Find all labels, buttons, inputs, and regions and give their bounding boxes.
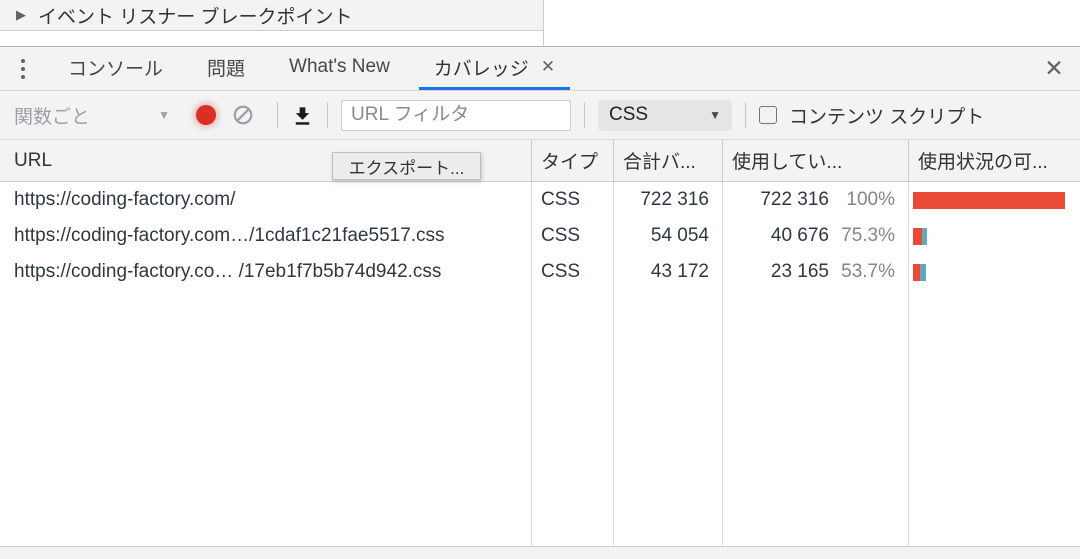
devtools-window: ▶ イベント リスナー ブレークポイント コンソール 問題 What's New… [0, 0, 1080, 559]
row-url: https://coding-factory.co… /17eb1f7b5b74… [0, 261, 532, 283]
row-unused-bytes: 23 165 [771, 261, 829, 283]
row-url: https://coding-factory.com/ [0, 189, 532, 211]
coverage-toolbar: 関数ごと ▼ CSS ▼ [0, 91, 1080, 140]
unused-bar-segment [913, 264, 920, 281]
table-row[interactable]: https://coding-factory.com/ CSS 722 316 … [0, 182, 1080, 218]
used-bar-segment [922, 228, 927, 245]
used-bar-segment [920, 264, 926, 281]
collapse-arrow-icon: ▶ [16, 7, 26, 23]
event-listener-breakpoints-section[interactable]: ▶ イベント リスナー ブレークポイント [0, 0, 543, 31]
tab-issues[interactable]: 問題 [192, 47, 260, 90]
row-unused-percent: 53.7% [829, 261, 895, 283]
row-total-bytes: 43 172 [614, 261, 723, 283]
unused-bar-segment [913, 192, 1065, 209]
row-type: CSS [532, 189, 614, 211]
chevron-down-icon: ▼ [709, 108, 721, 122]
tab-console[interactable]: コンソール [53, 47, 178, 90]
type-filter-select[interactable]: CSS ▼ [598, 100, 732, 131]
tab-label: What's New [289, 56, 390, 78]
row-type: CSS [532, 225, 614, 247]
coverage-table-header: URL タイプ 合計バ... 使用してい... 使用状況の可... [0, 140, 1080, 182]
table-row[interactable]: https://coding-factory.co… /17eb1f7b5b74… [0, 254, 1080, 290]
row-total-bytes: 54 054 [614, 225, 723, 247]
table-body: https://coding-factory.com/ CSS 722 316 … [0, 182, 1080, 546]
row-url: https://coding-factory.com…/1cdaf1c21fae… [0, 225, 532, 247]
row-total-bytes: 722 316 [614, 189, 723, 211]
content-scripts-toggle[interactable]: コンテンツ スクリプト [759, 102, 984, 129]
content-scripts-label: コンテンツ スクリプト [789, 102, 984, 129]
chevron-down-icon: ▼ [158, 108, 170, 122]
type-select-value: CSS [609, 104, 648, 126]
column-header-usage-visualization[interactable]: 使用状況の可... [909, 140, 1080, 181]
clipped-row [0, 31, 543, 46]
content-scripts-checkbox[interactable] [759, 106, 777, 124]
usage-bar [913, 192, 1080, 209]
mode-select-value: 関数ごと [14, 102, 90, 129]
table-row[interactable]: https://coding-factory.com…/1cdaf1c21fae… [0, 218, 1080, 254]
export-tooltip: エクスポート... [332, 152, 481, 180]
clear-button[interactable] [232, 104, 254, 126]
usage-bar [913, 264, 1080, 281]
tab-close-icon[interactable]: ✕ [541, 57, 555, 77]
coverage-mode-select[interactable]: 関数ごと ▼ [14, 102, 170, 129]
column-header-type[interactable]: タイプ [532, 140, 614, 181]
sources-sidebar: ▶ イベント リスナー ブレークポイント [0, 0, 544, 46]
kebab-menu-icon [21, 59, 25, 79]
row-unused-bytes: 40 676 [771, 225, 829, 247]
drawer-status-bar [0, 546, 1080, 559]
toolbar-divider [745, 102, 746, 128]
record-button[interactable] [196, 105, 216, 125]
column-header-total-bytes[interactable]: 合計バ... [614, 140, 723, 181]
tab-whats-new[interactable]: What's New [274, 47, 405, 90]
tab-label: カバレッジ [434, 54, 529, 81]
drawer-tabbar: コンソール 問題 What's New カバレッジ ✕ ✕ [0, 47, 1080, 91]
toolbar-divider [584, 102, 585, 128]
row-unused-bytes: 722 316 [760, 189, 829, 211]
toolbar-divider [327, 102, 328, 128]
row-unused-percent: 100% [829, 189, 895, 211]
sources-panel-sliver: ▶ イベント リスナー ブレークポイント [0, 0, 1080, 47]
export-button[interactable] [291, 104, 314, 127]
toolbar-divider [277, 102, 278, 128]
tab-coverage[interactable]: カバレッジ ✕ [419, 47, 570, 90]
usage-bar [913, 228, 1080, 245]
breakpoint-section-label: イベント リスナー ブレークポイント [38, 2, 353, 29]
drawer: コンソール 問題 What's New カバレッジ ✕ ✕ 関数ごと ▼ [0, 47, 1080, 559]
tab-label: コンソール [68, 54, 163, 81]
more-tools-button[interactable] [0, 47, 46, 90]
tab-label: 問題 [207, 54, 245, 81]
drawer-close-button[interactable]: ✕ [1028, 47, 1080, 90]
column-header-unused-bytes[interactable]: 使用してい... [723, 140, 909, 181]
download-icon [291, 104, 314, 127]
editor-area [544, 0, 1080, 46]
row-unused-percent: 75.3% [829, 225, 895, 247]
block-icon [232, 104, 254, 126]
row-type: CSS [532, 261, 614, 283]
unused-bar-segment [913, 228, 922, 245]
url-filter-input[interactable] [341, 100, 571, 131]
